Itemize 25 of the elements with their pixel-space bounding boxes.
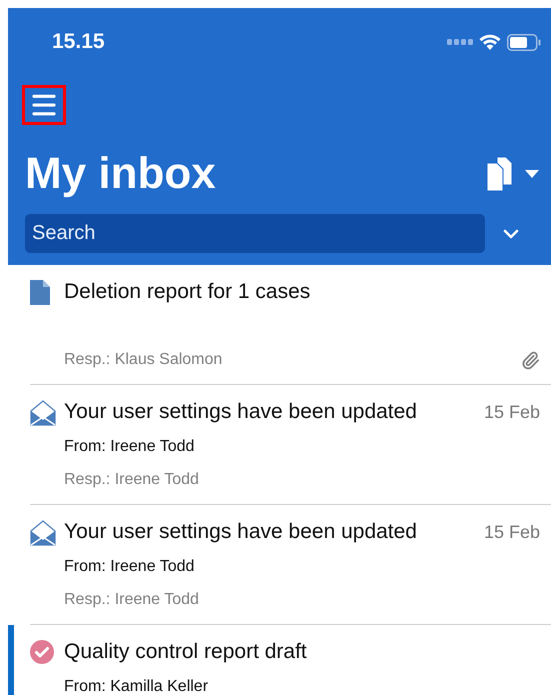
document-icon [30, 280, 50, 305]
responsible-text: Resp.: Ireene Todd [64, 590, 199, 610]
signal-icon [447, 39, 473, 45]
caret-icon [525, 170, 539, 178]
check-circle-icon [30, 640, 54, 664]
status-time: 15.15 [52, 29, 105, 56]
sender-text: From: Ireene Todd [64, 557, 194, 577]
item-date: 15 Feb [484, 400, 540, 424]
item-date: 15 Feb [484, 520, 540, 544]
search-field[interactable]: Search [25, 214, 485, 253]
responsible-text: Resp.: Ireene Todd [64, 470, 199, 490]
sender-text: From: Ireene Todd [64, 437, 194, 457]
battery-icon [507, 34, 541, 50]
responsible-text: Resp.: Klaus Salomon [64, 350, 222, 370]
sender-text: From: Kamilla Keller [64, 677, 208, 695]
item-title[interactable]: Your user settings have been updated [64, 516, 417, 548]
document-dropdown-button[interactable] [487, 157, 539, 191]
wifi-icon [479, 34, 501, 50]
item-title[interactable]: Your user settings have been updated [64, 396, 417, 428]
item-title[interactable]: Deletion report for 1 cases [64, 276, 310, 308]
open-envelope-icon [30, 400, 56, 426]
menu-button[interactable] [22, 85, 66, 125]
page-title: My inbox [25, 152, 216, 196]
item-title[interactable]: Quality control report draft [64, 636, 307, 668]
open-envelope-icon [30, 520, 56, 546]
